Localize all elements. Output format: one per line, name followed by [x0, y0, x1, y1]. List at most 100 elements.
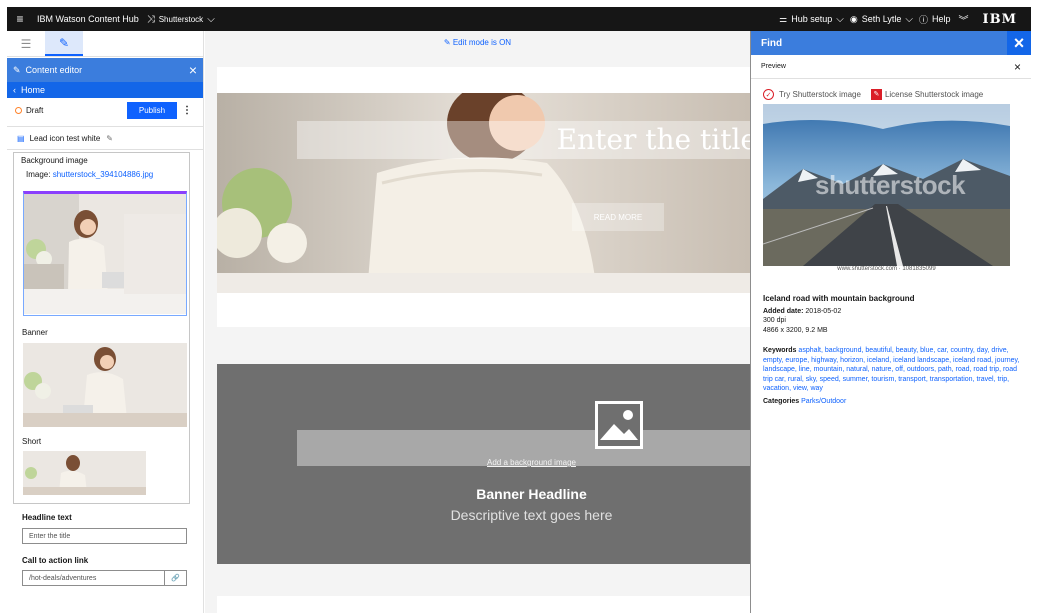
help-menu[interactable]: ⓘ Help ︾	[919, 12, 969, 27]
edit-icon: ✎	[58, 35, 70, 50]
categories-block: Categories Parks/Outdoor	[763, 397, 1025, 407]
preview-actions: ✓ Try Shutterstock image ✎ License Shutt…	[763, 89, 983, 100]
chevron-down-icon: ⌵	[836, 13, 844, 25]
chevron-down-icon: ⌵	[905, 13, 913, 25]
headline-text-label: Headline text	[22, 513, 72, 522]
panel-title: Content editor	[25, 65, 83, 75]
keywords-label: Keywords	[763, 347, 797, 354]
publish-button[interactable]: Publish	[127, 101, 177, 119]
hero-banner[interactable]: Enter the title READ MORE	[217, 93, 750, 293]
hub-setup-menu[interactable]: ⚌ Hub setup ⌵	[779, 14, 844, 25]
double-chevron-icon: ︾	[958, 15, 969, 27]
background-image-element: Background image Image: shutterstock_394…	[13, 152, 190, 504]
try-shutterstock-button[interactable]: ✓ Try Shutterstock image	[763, 89, 861, 100]
woman-laptop-thumbnail	[24, 194, 186, 314]
image-credit: www.shutterstock.com · 1081835099	[837, 266, 936, 272]
rendition-banner-label: Banner	[22, 328, 48, 337]
license-label: License Shutterstock image	[884, 90, 984, 99]
hamburger-menu-icon[interactable]: ≡	[9, 12, 31, 26]
preview-header: Preview ×	[751, 55, 1031, 79]
list-icon: ☰	[20, 36, 32, 51]
close-icon[interactable]: ×	[1007, 31, 1031, 55]
cta-link-label: Call to action link	[22, 556, 89, 565]
sliders-icon: ⚌	[779, 13, 788, 24]
size-value: 4866 x 3200, 9.2 MB	[763, 326, 828, 334]
help-icon: ⓘ	[919, 14, 929, 25]
breadcrumb-home[interactable]: ‹ Home	[7, 82, 203, 98]
banner-section[interactable]: Add a background image Banner Headline D…	[217, 364, 750, 564]
keywords-list[interactable]: asphalt, background, beautiful, beauty, …	[763, 347, 1019, 392]
headline-text-input[interactable]: Enter the title	[22, 528, 187, 544]
help-label: Help	[932, 14, 951, 24]
find-header: Find ×	[751, 31, 1031, 55]
image-details: Iceland road with mountain background Ad…	[763, 294, 1025, 335]
status-label: Draft	[26, 105, 44, 115]
banner-description[interactable]: Descriptive text goes here	[265, 507, 750, 523]
banner-thumbnail-image	[23, 343, 187, 427]
cta-link-value: /hot-deals/adventures	[29, 574, 97, 582]
status-bar: Draft Publish ⋮	[7, 98, 203, 122]
image-file-link[interactable]: shutterstock_394104886.jpg	[53, 170, 154, 179]
item-name: Lead icon test white	[29, 133, 101, 143]
short-rendition-thumbnail[interactable]	[23, 451, 146, 495]
content-editor-header: ✎ Content editor ×	[7, 58, 203, 82]
tab-edit[interactable]: ✎	[45, 31, 83, 56]
image-info: Image: shutterstock_394104886.jpg	[26, 170, 153, 179]
close-icon[interactable]: ×	[189, 62, 197, 78]
try-label: Try Shutterstock image	[779, 90, 861, 99]
overflow-menu-icon[interactable]: ⋮	[179, 105, 195, 116]
preview-image: shutterstock www.shutterstock.com · 1081…	[762, 104, 1010, 276]
edit-icon: ✎	[443, 38, 451, 47]
app-title[interactable]: IBM Watson Content Hub	[37, 14, 139, 24]
space-switcher[interactable]: ⤨ Shutterstock ⌵	[147, 14, 215, 25]
hub-setup-label: Hub setup	[791, 14, 833, 24]
user-avatar-icon: ◉	[849, 13, 858, 24]
pencil-icon[interactable]: ✎	[106, 134, 113, 143]
added-date-label: Added date:	[763, 307, 804, 315]
background-image-label: Background image	[21, 156, 88, 165]
checkmark-circle-icon: ✓	[763, 89, 774, 100]
banner-headline[interactable]: Banner Headline	[265, 486, 750, 502]
edit-mode-label: Edit mode is ON	[452, 38, 512, 47]
shuffle-icon: ⤨	[146, 13, 155, 25]
read-more-button[interactable]: READ MORE	[572, 203, 664, 231]
categories-value[interactable]: Parks/Outdoor	[801, 398, 846, 405]
keywords-block: Keywords asphalt, background, beautiful,…	[763, 346, 1025, 394]
preview-label: Preview	[761, 63, 786, 70]
added-date-value: 2018-05-02	[805, 307, 842, 315]
close-preview-icon[interactable]: ×	[1014, 60, 1021, 74]
user-menu[interactable]: ◉ Seth Lytle ⌵	[850, 14, 913, 25]
page-canvas: ✎ Edit mode is ON Enter the title READ M…	[205, 31, 750, 613]
image-prefix: Image:	[26, 170, 51, 179]
document-icon: ▤	[17, 133, 25, 143]
hero-title[interactable]: Enter the title	[297, 121, 750, 159]
home-label: Home	[21, 85, 46, 95]
image-glyph	[600, 410, 638, 440]
find-title: Find	[761, 37, 783, 49]
next-section-bg	[217, 596, 750, 613]
cta-link-input[interactable]: /hot-deals/adventures 🔗	[22, 570, 187, 586]
top-bar: ≡ IBM Watson Content Hub ⤨ Shutterstock …	[7, 7, 1031, 31]
short-thumbnail-image	[23, 451, 146, 495]
link-icon[interactable]: 🔗	[164, 571, 186, 585]
edit-mode-indicator: ✎ Edit mode is ON	[205, 38, 750, 47]
tab-list[interactable]: ☰	[7, 31, 45, 56]
selected-rendition-thumbnail[interactable]	[23, 191, 187, 316]
add-background-link[interactable]: Add a background image	[265, 458, 750, 467]
license-shutterstock-button[interactable]: ✎ License Shutterstock image	[870, 89, 984, 100]
image-title: Iceland road with mountain background	[763, 294, 915, 303]
left-tabs: ☰ ✎	[7, 31, 203, 57]
dpi-value: 300 dpi	[763, 317, 786, 324]
watermark: shutterstock	[815, 170, 966, 200]
ibm-logo: IBM	[982, 11, 1017, 27]
chevron-left-icon: ‹	[13, 85, 16, 95]
find-panel: Find × Preview × ✓ Try Shutterstock imag…	[750, 31, 1031, 613]
chevron-down-icon: ⌵	[207, 13, 215, 25]
banner-rendition-thumbnail[interactable]	[23, 343, 187, 427]
categories-label: Categories	[763, 398, 800, 405]
license-icon: ✎	[870, 89, 882, 100]
added-date-row: Added date: 2018-05-02	[763, 307, 1025, 317]
space-name: Shutterstock	[158, 14, 204, 24]
image-placeholder-icon[interactable]	[595, 401, 643, 449]
content-item-name: ▤ Lead icon test white ✎	[7, 126, 203, 150]
